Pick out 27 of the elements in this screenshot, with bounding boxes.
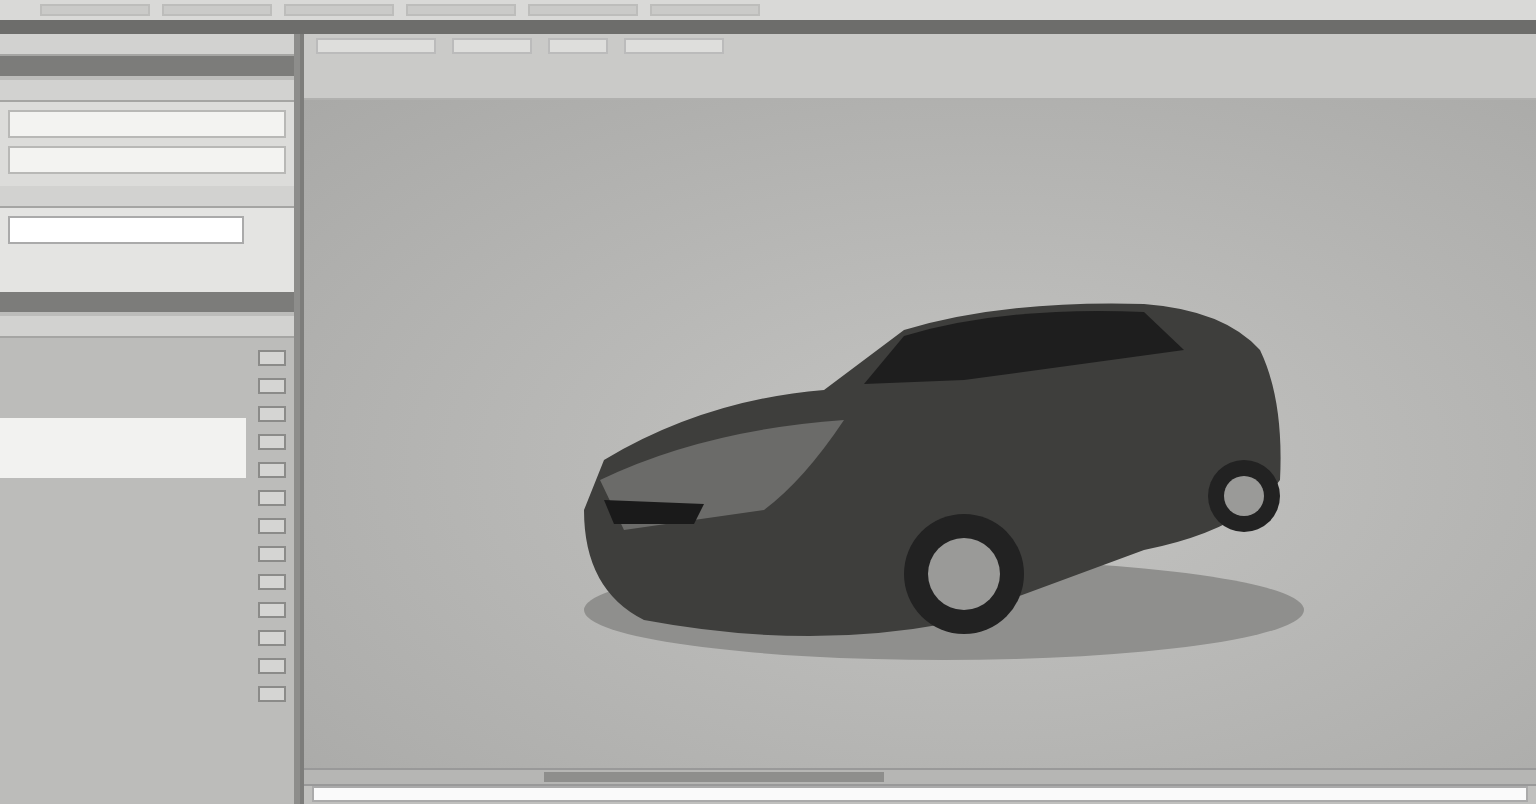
tool-icon[interactable]	[258, 350, 286, 366]
tool-icon[interactable]	[258, 378, 286, 394]
input-field[interactable]	[8, 110, 286, 138]
tool-icon[interactable]	[258, 574, 286, 590]
tool-icon[interactable]	[258, 518, 286, 534]
toolbar-field[interactable]	[452, 38, 532, 54]
menu-field[interactable]	[284, 4, 394, 16]
input-field[interactable]	[8, 146, 286, 174]
menu-field[interactable]	[650, 4, 760, 16]
toolbar-field[interactable]	[624, 38, 724, 54]
tool-icon[interactable]	[258, 462, 286, 478]
tool-icon[interactable]	[258, 630, 286, 646]
tool-icon[interactable]	[258, 434, 286, 450]
menu-field[interactable]	[406, 4, 516, 16]
menu-field[interactable]	[528, 4, 638, 16]
tool-icon[interactable]	[258, 602, 286, 618]
menu-field[interactable]	[162, 4, 272, 16]
input-field[interactable]	[8, 216, 244, 244]
tool-icon[interactable]	[258, 686, 286, 702]
tool-icon[interactable]	[258, 658, 286, 674]
toolbar-field[interactable]	[316, 38, 436, 54]
toolbar-field[interactable]	[548, 38, 608, 54]
tool-icon[interactable]	[258, 490, 286, 506]
menu-field[interactable]	[40, 4, 150, 16]
tool-icon[interactable]	[258, 406, 286, 422]
tool-icon[interactable]	[258, 546, 286, 562]
scroll-bar[interactable]	[304, 768, 1536, 784]
